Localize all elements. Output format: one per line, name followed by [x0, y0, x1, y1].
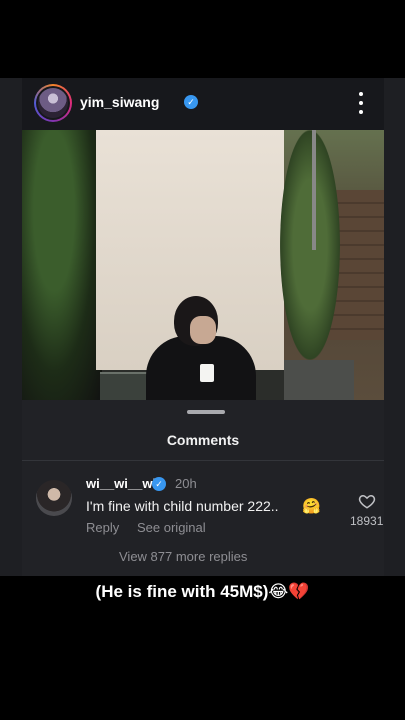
comment-text: I'm fine with child number 222.. [86, 498, 279, 514]
hugging-face-emoji: 🤗 [302, 498, 321, 515]
right-margin [384, 78, 405, 576]
verified-badge-icon: ✓ [152, 477, 166, 491]
profile-avatar[interactable] [34, 84, 72, 122]
post-frame: yim_siwang ✓ Comments wi__wi__wi ✓ 20h I… [0, 78, 405, 576]
heart-outline-icon[interactable] [358, 492, 376, 510]
avatar-image [38, 88, 68, 118]
see-original-button[interactable]: See original [137, 520, 206, 535]
commenter-username[interactable]: wi__wi__wi [86, 476, 156, 491]
left-margin [0, 78, 22, 576]
more-options-icon[interactable] [355, 92, 367, 114]
divider [22, 460, 384, 461]
post-photo[interactable] [22, 130, 384, 400]
sheet-drag-handle[interactable] [187, 410, 225, 414]
post-username[interactable]: yim_siwang [80, 94, 159, 110]
verified-badge-icon: ✓ [184, 95, 198, 109]
like-count: 18931 [350, 514, 384, 528]
comment-time: 20h [175, 476, 197, 491]
post-header: yim_siwang ✓ [22, 78, 384, 130]
commenter-avatar[interactable] [36, 480, 72, 516]
comments-title: Comments [166, 432, 240, 448]
reply-button[interactable]: Reply [86, 520, 119, 535]
view-more-replies-button[interactable]: View 877 more replies [119, 549, 247, 564]
comments-sheet: Comments wi__wi__wi ✓ 20h I'm fine with … [22, 400, 384, 576]
video-caption: (He is fine with 45M$)😂💔 [95, 582, 310, 601]
